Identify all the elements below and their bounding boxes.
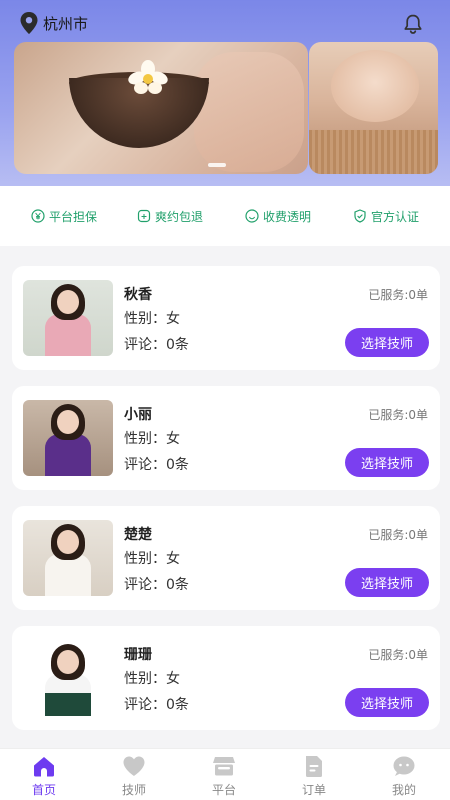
- technician-reviews: 评论：0条: [124, 337, 189, 353]
- select-technician-button[interactable]: 选择技师: [345, 568, 429, 597]
- technician-gender: 性别：女: [124, 551, 180, 567]
- tab-profile[interactable]: 我的: [374, 755, 434, 799]
- photo-face: [57, 410, 79, 434]
- photo-outfit: [45, 554, 91, 596]
- select-technician-button[interactable]: 选择技师: [345, 448, 429, 477]
- served-count: 已服务:0单: [368, 648, 428, 662]
- banner-face-image: [331, 50, 419, 122]
- location-pin-icon[interactable]: [20, 12, 38, 34]
- top-bar: 杭州市: [0, 0, 450, 44]
- frangipani-flower-image: [128, 60, 168, 94]
- store-icon: [213, 757, 235, 776]
- tab-technicians[interactable]: 技师: [104, 755, 164, 799]
- banner-pager-indicator: [208, 163, 226, 167]
- served-count: 已服务:0单: [368, 528, 428, 542]
- feature-platform-guarantee: 平台担保: [31, 207, 97, 225]
- technician-card[interactable]: 楚楚 性别：女 评论：0条 已服务:0单 选择技师: [12, 506, 440, 610]
- chat-face-icon: [393, 756, 415, 776]
- technician-card[interactable]: 珊珊 性别：女 评论：0条 已服务:0单 选择技师: [12, 626, 440, 730]
- tab-home[interactable]: 首页: [14, 755, 74, 799]
- technician-card[interactable]: 秋香 性别：女 评论：0条 已服务:0单 选择技师: [12, 266, 440, 370]
- verified-shield-icon: [354, 209, 366, 223]
- tab-label: 技师: [121, 783, 146, 797]
- tab-platform[interactable]: 平台: [194, 755, 254, 799]
- banner-hand-image: [194, 52, 304, 172]
- order-document-icon: [306, 756, 322, 777]
- technician-photo: [23, 520, 113, 596]
- served-count: 已服务:0单: [368, 288, 428, 302]
- bottom-tab-bar: 首页 技师 平台 订单 我的: [0, 748, 450, 800]
- technician-gender: 性别：女: [124, 431, 180, 447]
- feature-official-verified: 官方认证: [353, 207, 419, 225]
- tab-orders[interactable]: 订单: [284, 755, 344, 799]
- smile-icon: [245, 209, 259, 223]
- select-technician-button[interactable]: 选择技师: [345, 328, 429, 357]
- banner-slide-main[interactable]: [14, 42, 308, 174]
- photo-outfit: [45, 674, 91, 716]
- refund-icon: [137, 209, 151, 223]
- feature-label: 收费透明: [263, 209, 312, 224]
- technician-photo: [23, 280, 113, 356]
- photo-face: [57, 530, 79, 554]
- feature-refund: 爽约包退: [137, 207, 203, 225]
- technician-name: 珊珊: [124, 647, 152, 663]
- bell-icon[interactable]: [402, 13, 424, 35]
- technician-reviews: 评论：0条: [124, 577, 189, 593]
- photo-face: [57, 290, 79, 314]
- banner-towel-image: [309, 130, 438, 174]
- technician-reviews: 评论：0条: [124, 457, 189, 473]
- technician-name: 小丽: [124, 407, 152, 423]
- tab-label: 订单: [301, 783, 326, 797]
- feature-label: 爽约包退: [155, 209, 204, 224]
- heart-icon: [123, 756, 145, 776]
- tab-label: 首页: [31, 783, 56, 797]
- yen-shield-icon: [31, 209, 45, 223]
- tab-label: 我的: [391, 783, 416, 797]
- technician-name: 秋香: [124, 287, 152, 303]
- technician-reviews: 评论：0条: [124, 697, 189, 713]
- banner-slide-next[interactable]: [309, 42, 438, 174]
- feature-label: 平台担保: [49, 209, 98, 224]
- technician-photo: [23, 400, 113, 476]
- home-icon: [34, 757, 54, 777]
- photo-outfit: [45, 434, 91, 476]
- technician-card[interactable]: 小丽 性别：女 评论：0条 已服务:0单 选择技师: [12, 386, 440, 490]
- photo-face: [57, 650, 79, 674]
- feature-transparent-fees: 收费透明: [245, 207, 311, 225]
- city-selector[interactable]: 杭州市: [43, 13, 88, 34]
- feature-label: 官方认证: [371, 209, 420, 224]
- served-count: 已服务:0单: [368, 408, 428, 422]
- header-background: 杭州市: [0, 0, 450, 186]
- select-technician-button[interactable]: 选择技师: [345, 688, 429, 717]
- technician-photo: [23, 640, 113, 716]
- technician-gender: 性别：女: [124, 671, 180, 687]
- photo-outfit: [45, 314, 91, 356]
- technician-gender: 性别：女: [124, 311, 180, 327]
- feature-strip: 平台担保 爽约包退 收费透明 官方认证: [0, 186, 450, 246]
- tab-label: 平台: [211, 783, 236, 797]
- technician-name: 楚楚: [124, 527, 152, 543]
